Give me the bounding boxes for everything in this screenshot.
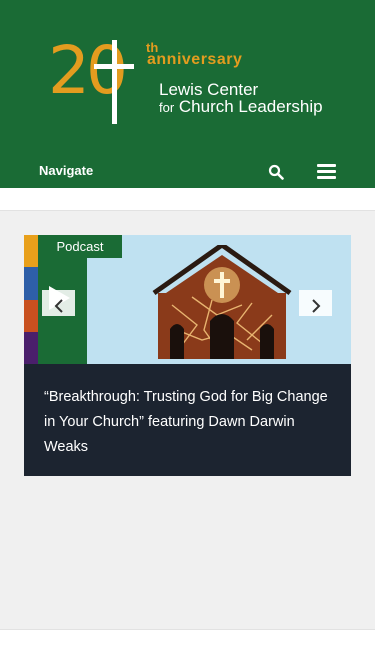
search-icon[interactable] [268, 164, 284, 180]
menu-bar [317, 170, 336, 173]
logo-org-name: Church Leadership [178, 97, 323, 116]
stripe-gold [24, 235, 38, 268]
color-stripes [24, 235, 38, 364]
podcast-tag: Podcast [38, 235, 122, 258]
chevron-left-icon [54, 299, 63, 313]
menu-bar [317, 164, 336, 167]
stripe-orange [24, 299, 38, 332]
site-logo[interactable]: 20 th anniversary Lewis Center for Churc… [48, 38, 338, 128]
chevron-right-icon [311, 299, 320, 313]
content-area: Podcast “Breakthrough: Trusting God for … [0, 210, 375, 630]
carousel-slide-image[interactable]: Podcast [24, 235, 351, 364]
carousel-slide-title[interactable]: “Breakthrough: Trusting God for Big Chan… [44, 385, 339, 460]
logo-org-line2: for Church Leadership [159, 97, 323, 117]
stripe-purple [24, 331, 38, 364]
cross-icon [94, 40, 134, 124]
carousel-prev-button[interactable] [42, 290, 75, 316]
hamburger-menu-icon[interactable] [317, 164, 336, 179]
church-illustration [152, 245, 292, 359]
featured-carousel-card[interactable]: Podcast “Breakthrough: Trusting God for … [24, 235, 351, 476]
carousel-next-button[interactable] [299, 290, 332, 316]
menu-bar [317, 176, 336, 179]
logo-anniversary-text: anniversary [147, 51, 243, 68]
stripe-blue [24, 267, 38, 300]
navigate-label[interactable]: Navigate [39, 163, 93, 178]
site-header: 20 th anniversary Lewis Center for Churc… [0, 0, 375, 188]
logo-org-for: for [159, 100, 175, 115]
